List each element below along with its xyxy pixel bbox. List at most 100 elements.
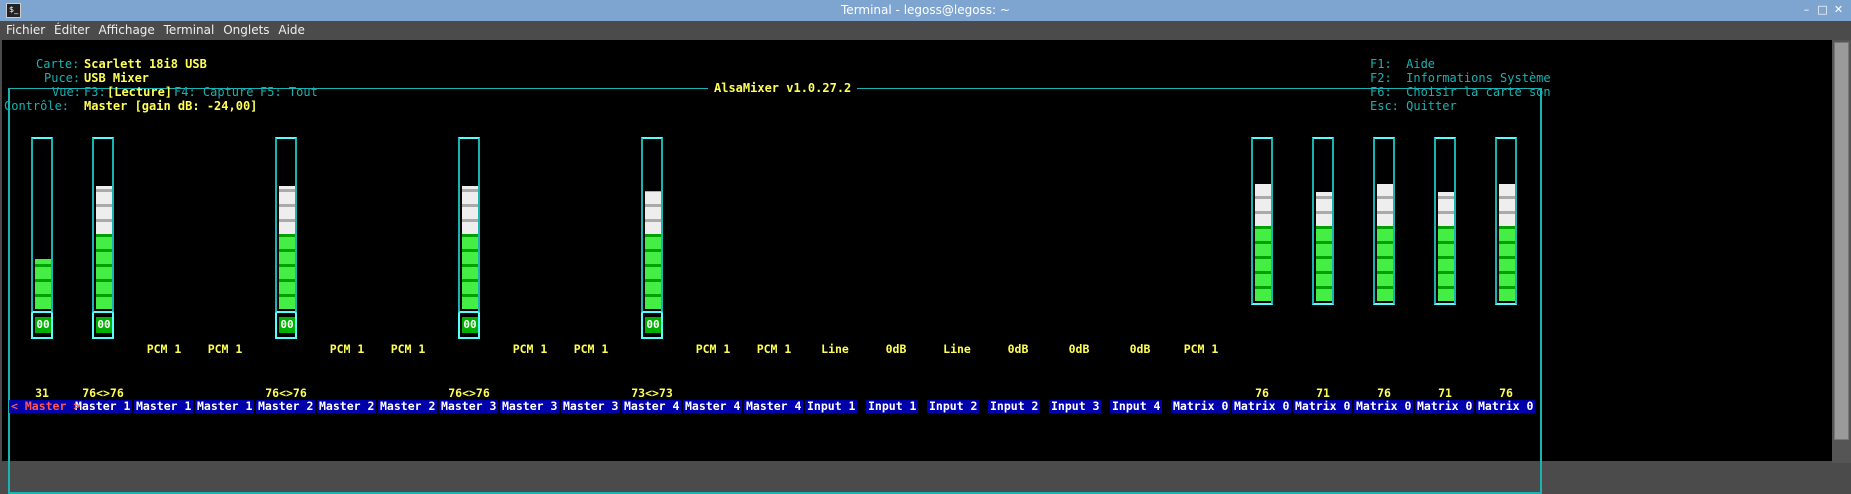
help-esc: Esc: Quitter [1370,99,1457,113]
channel-label[interactable]: Master 4 [683,400,743,413]
volume-level-fill [96,186,112,309]
channel-label[interactable]: Master 2 [256,400,316,413]
channel-label[interactable]: Matrix 0 [1476,400,1536,413]
volume-meter[interactable] [458,137,480,313]
channel-label[interactable]: Matrix 0 [1171,400,1231,413]
channel-label[interactable]: Input 2 [927,400,980,413]
volume-meter[interactable] [1495,137,1517,305]
enum-value[interactable]: PCM 1 [1184,342,1219,356]
mute-state: 00 [645,317,661,333]
enum-value[interactable]: 0dB [1130,342,1151,356]
enum-value[interactable]: PCM 1 [208,342,243,356]
view-capture[interactable]: F4: Capture [174,85,253,99]
channel-label[interactable]: Master 3 [500,400,560,413]
channel-label[interactable]: Matrix 0 [1354,400,1414,413]
control-label: Contrôle: [4,99,70,113]
maximize-button[interactable]: □ [1816,4,1829,17]
terminal-app-icon: $_ [6,3,21,18]
volume-level-fill [1377,184,1393,301]
volume-value: 73<>73 [631,386,673,400]
channel-label[interactable]: Input 1 [866,400,919,413]
channel-label[interactable]: Master 2 [317,400,377,413]
channel-label[interactable]: Matrix 0 [1232,400,1292,413]
view-all[interactable]: F5: Tout [260,85,318,99]
channel-label[interactable]: < Master > [9,399,80,413]
menu-editer[interactable]: Éditer [54,23,90,37]
volume-value: 76 [1499,386,1513,400]
volume-level-fill [1499,184,1515,301]
channel-label[interactable]: Master 4 [744,400,804,413]
chip-label: Puce: [44,71,81,85]
channel-label[interactable]: Input 3 [1049,400,1102,413]
menu-onglets[interactable]: Onglets [223,23,269,37]
menu-aide[interactable]: Aide [278,23,305,37]
menu-affichage[interactable]: Affichage [98,23,154,37]
volume-level-fill [1438,192,1454,301]
view-lecture[interactable]: [Lecture] [107,85,172,99]
channel-label[interactable]: Master 3 [439,400,499,413]
mute-toggle[interactable]: 00 [458,313,480,339]
help-f6: F6: Choisir la carte son [1370,85,1551,99]
chip-name: USB Mixer [84,71,150,85]
mute-state: 00 [96,317,112,333]
mixer-title: AlsaMixer v1.0.27.2 [708,81,858,95]
enum-value[interactable]: PCM 1 [757,342,792,356]
selected-right-marker: > [66,399,81,413]
volume-level-fill [645,191,661,309]
enum-value[interactable]: PCM 1 [391,342,426,356]
volume-meter[interactable] [1373,137,1395,305]
volume-meter[interactable] [92,137,114,313]
view-f3[interactable]: F3: [84,85,106,99]
mute-toggle[interactable]: 00 [92,313,114,339]
enum-value[interactable]: 0dB [1008,342,1029,356]
volume-level-fill [462,186,478,309]
volume-level-fill [35,259,51,309]
help-f1: F1: Aide [1370,57,1436,71]
scrollbar-thumb[interactable] [1834,42,1849,440]
channel-label[interactable]: Matrix 0 [1415,400,1475,413]
enum-value[interactable]: PCM 1 [513,342,548,356]
enum-value[interactable]: 0dB [1069,342,1090,356]
close-button[interactable]: ✕ [1832,4,1845,17]
enum-value[interactable]: PCM 1 [696,342,731,356]
mute-toggle[interactable]: 00 [275,313,297,339]
volume-level-fill [279,186,295,309]
channel-label[interactable]: Input 1 [805,400,858,413]
channel-label[interactable]: Master 1 [134,400,194,413]
volume-value: 76<>76 [448,386,490,400]
volume-meter[interactable] [1251,137,1273,305]
channel-label[interactable]: Master 2 [378,400,438,413]
enum-value[interactable]: PCM 1 [330,342,365,356]
volume-meter[interactable] [275,137,297,313]
window-title: Terminal - legoss@legoss: ~ [841,3,1010,17]
selected-left-marker: < [11,399,25,413]
view-label: Vue: [52,85,81,99]
menu-terminal[interactable]: Terminal [164,23,215,37]
channel-label[interactable]: Master 1 [73,400,133,413]
volume-meter[interactable] [31,137,53,313]
channel-label[interactable]: Input 2 [988,400,1041,413]
volume-meter[interactable] [1434,137,1456,305]
menu-bar: Fichier Éditer Affichage Terminal Onglet… [0,21,1851,40]
channel-label[interactable]: Master 3 [561,400,621,413]
terminal-area[interactable]: AlsaMixer v1.0.27.2 Carte: Scarlett 18i8… [2,40,1832,494]
channel-label[interactable]: Input 4 [1110,400,1163,413]
minimize-button[interactable]: – [1800,4,1813,17]
volume-value: 76<>76 [265,386,307,400]
enum-value[interactable]: PCM 1 [574,342,609,356]
enum-value[interactable]: Line [821,342,849,356]
enum-value[interactable]: PCM 1 [147,342,182,356]
channel-name: Master [24,399,67,413]
channel-label[interactable]: Master 4 [622,400,682,413]
enum-value[interactable]: 0dB [886,342,907,356]
volume-level-fill [1316,192,1332,301]
mute-toggle[interactable]: 00 [31,313,53,339]
channel-label[interactable]: Master 1 [195,400,255,413]
enum-value[interactable]: Line [943,342,971,356]
menu-fichier[interactable]: Fichier [6,23,45,37]
volume-meter[interactable] [641,137,663,313]
volume-meter[interactable] [1312,137,1334,305]
channel-label[interactable]: Matrix 0 [1293,400,1353,413]
mute-toggle[interactable]: 00 [641,313,663,339]
scrollbar[interactable] [1832,40,1851,463]
